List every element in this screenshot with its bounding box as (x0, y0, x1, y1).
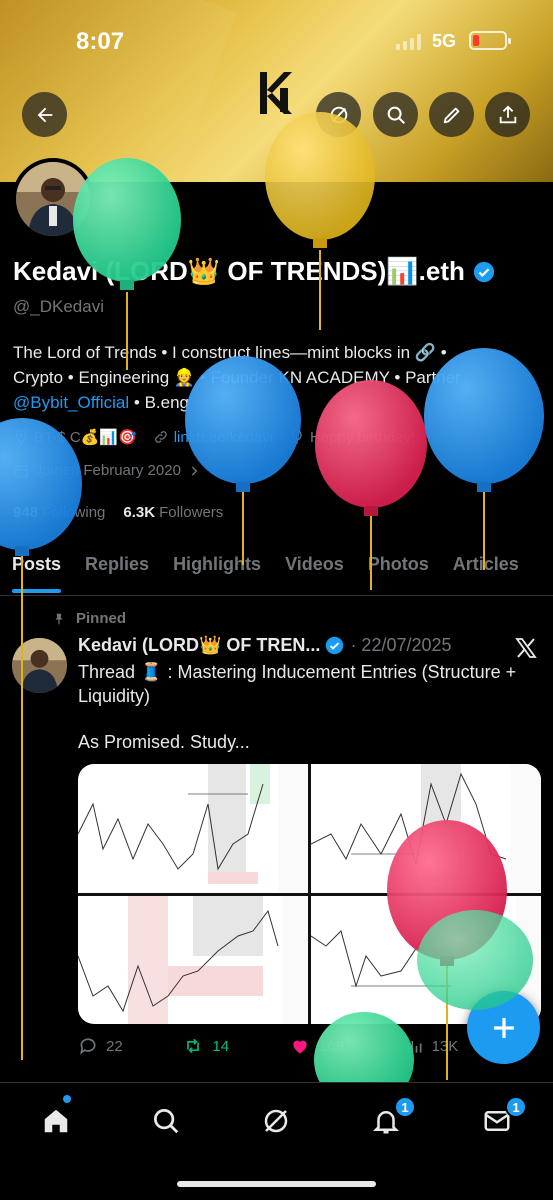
post-avatar-photo (12, 638, 67, 693)
home-icon (44, 1109, 68, 1133)
compose-button[interactable] (467, 991, 540, 1064)
grok-icon (264, 1109, 288, 1133)
nav-home[interactable] (36, 1101, 76, 1141)
chevron-right-icon (191, 465, 198, 476)
avatar-photo (16, 162, 90, 236)
nav-grok[interactable] (256, 1101, 296, 1141)
share-button[interactable] (485, 92, 530, 137)
bio-line-2: Crypto • Engineering 👷 • Founder KN ACAD… (13, 368, 461, 387)
website-item[interactable]: linktr.ee/kedavi (153, 429, 273, 446)
following-count: 948 (13, 504, 39, 521)
candlestick-chart-image (78, 895, 308, 1024)
media-chart-2[interactable] (311, 764, 541, 893)
x-logo-icon (515, 638, 537, 658)
bio-tail: • B.eng (133, 393, 189, 412)
media-chart-3[interactable] (78, 895, 308, 1024)
like-count: 168 (318, 1037, 344, 1055)
followers-link[interactable]: 6.3K Followers (123, 504, 223, 521)
post-date: · 22/07/2025 (350, 635, 452, 655)
reply-icon (80, 1038, 96, 1055)
messages-badge: 1 (505, 1096, 527, 1118)
tab-photos[interactable]: Photos (356, 540, 441, 595)
profile-avatar[interactable] (12, 158, 94, 240)
home-indicator (177, 1181, 376, 1187)
candlestick-chart-image (78, 764, 308, 892)
repost-count: 14 (212, 1037, 230, 1055)
follow-stats: 948 Following 6.3K Followers (13, 504, 223, 521)
edit-icon (443, 107, 459, 123)
heart-icon (293, 1040, 307, 1054)
repost-button[interactable]: 14 (182, 1036, 229, 1056)
profile-tabs: Posts Replies Highlights Videos Photos A… (0, 540, 553, 596)
reply-button[interactable]: 22 (78, 1036, 123, 1056)
post-header: Kedavi (LORD👑 OF TREN... · 22/07/2025 (78, 635, 452, 656)
post-author[interactable]: Kedavi (LORD👑 OF TREN... (78, 635, 320, 656)
notifications-badge: 1 (394, 1096, 416, 1118)
tab-replies[interactable]: Replies (73, 540, 161, 595)
post-media-grid[interactable] (78, 764, 541, 1024)
search-button[interactable] (373, 92, 418, 137)
tab-videos[interactable]: Videos (273, 540, 356, 595)
share-icon (499, 104, 516, 123)
pin-icon (55, 613, 63, 624)
pinned-label: Pinned (52, 610, 126, 627)
kd-logo (260, 72, 292, 114)
location-icon (15, 429, 27, 445)
birthday-item: Happy birthday! (289, 429, 415, 446)
nav-search[interactable] (146, 1101, 186, 1141)
post-avatar[interactable] (12, 638, 67, 693)
calendar-icon (14, 465, 28, 478)
profile-handle: @_DKedavi (13, 297, 104, 316)
website-link[interactable]: linktr.ee/kedavi (174, 429, 273, 446)
post-text: Thread 🧵 : Mastering Inducement Entries … (78, 662, 517, 706)
views-button[interactable]: 13K (404, 1036, 459, 1056)
arrow-left-icon (37, 107, 52, 122)
search-icon (154, 1109, 179, 1134)
back-button[interactable] (22, 92, 67, 137)
birthday-text: Happy birthday! (309, 428, 416, 446)
followers-count: 6.3K (123, 504, 156, 521)
battery-icon (469, 31, 511, 50)
profile-name: Kedavi (LORD👑 OF TRENDS)📊.eth (13, 256, 495, 287)
status-time: 8:07 (76, 28, 125, 55)
like-button[interactable]: 168 (289, 1036, 344, 1056)
joined-row[interactable]: Joined February 2020 (13, 462, 201, 479)
reply-count: 22 (106, 1037, 123, 1055)
media-chart-1[interactable] (78, 764, 308, 893)
tab-articles[interactable]: Articles (441, 540, 531, 595)
link-icon (154, 431, 167, 443)
bio-line-1: The Lord of Trends • I construct lines—m… (13, 343, 447, 362)
pinned-text: Pinned (76, 610, 127, 627)
search-icon (387, 106, 405, 124)
verified-badge-icon (326, 636, 344, 655)
edit-button[interactable] (429, 92, 474, 137)
location-text: BT-$ C💰📊🎯 (34, 429, 137, 446)
grok-icon (330, 106, 347, 123)
tab-highlights[interactable]: Highlights (161, 540, 273, 595)
verified-badge-icon[interactable] (473, 261, 495, 283)
profile-name-text: Kedavi (LORD👑 OF TRENDS)📊.eth (13, 256, 465, 286)
grok-button[interactable] (316, 92, 361, 137)
network-type: 5G (432, 31, 457, 51)
bio-mention-link[interactable]: @Bybit_Official (13, 393, 129, 412)
signal-icon (396, 34, 421, 50)
home-unread-dot (63, 1095, 71, 1103)
plus-icon (493, 1017, 514, 1038)
post-more-text[interactable]: As Promised. Study... (78, 732, 250, 753)
profile-meta: BT-$ C💰📊🎯 linktr.ee/kedavi Happy birthda… (13, 428, 415, 446)
following-label: Following (42, 504, 106, 521)
profile-bio: The Lord of Trends • I construct lines—m… (13, 340, 543, 415)
location-item: BT-$ C💰📊🎯 (13, 428, 137, 446)
candlestick-chart-image (311, 764, 541, 892)
followers-label: Followers (159, 504, 224, 521)
tab-posts[interactable]: Posts (0, 540, 73, 595)
joined-text: Joined February 2020 (35, 462, 181, 479)
balloon-icon (292, 429, 302, 444)
following-link[interactable]: 948 Following (13, 504, 105, 521)
views-count: 13K (431, 1037, 459, 1055)
views-icon (406, 1041, 422, 1053)
repost-icon (187, 1038, 200, 1054)
